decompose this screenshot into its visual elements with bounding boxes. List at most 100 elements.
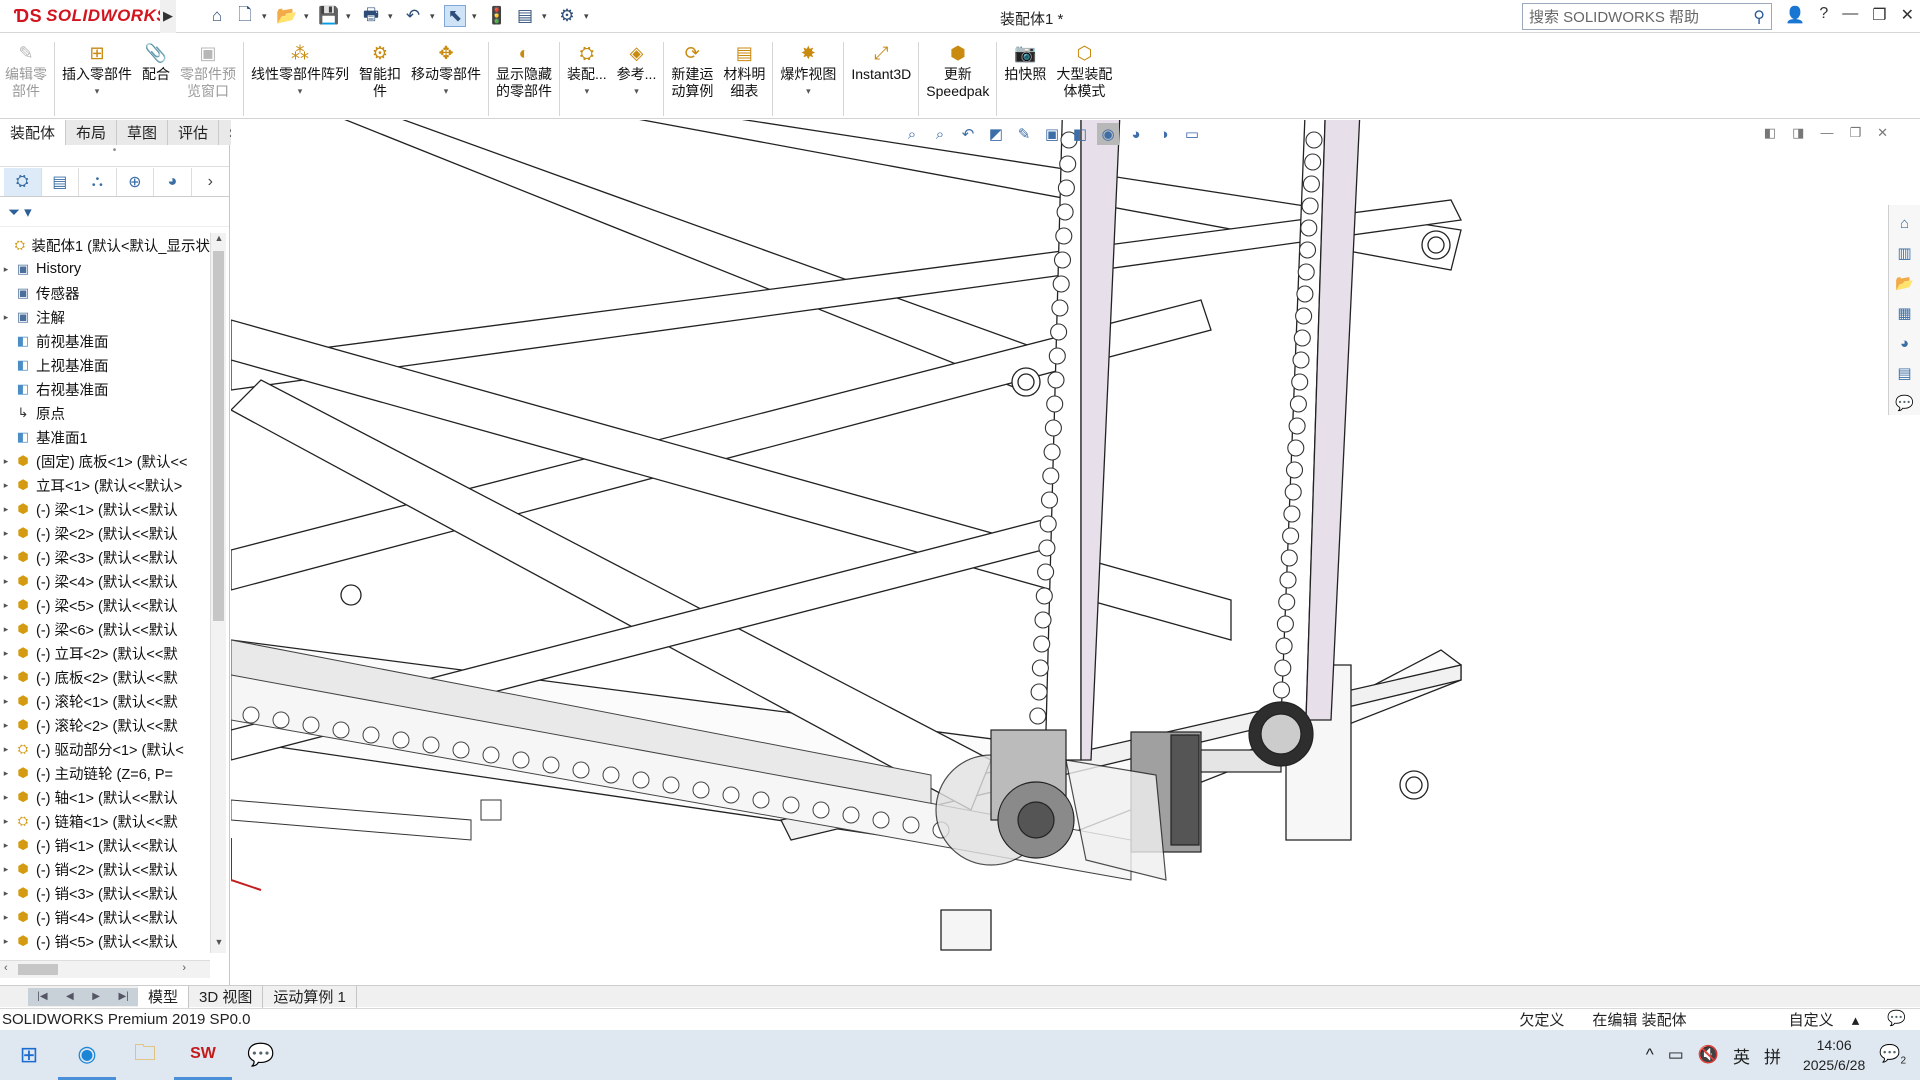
wechat-taskbar-icon[interactable]: 💬: [232, 1030, 290, 1080]
new-dropdown[interactable]: ▾: [262, 11, 270, 22]
expand-arrow-icon[interactable]: ▸: [0, 528, 12, 539]
panel-tabs-next-icon[interactable]: ›: [192, 168, 229, 196]
ime-mode-icon[interactable]: 拼: [1764, 1043, 1781, 1068]
expand-arrow-icon[interactable]: ▸: [0, 696, 12, 707]
tree-node[interactable]: ⛭ 装配体1 (默认<默认_显示状: [0, 233, 210, 257]
tree-node[interactable]: ▣ 传感器: [0, 281, 210, 305]
display-manager-tab-icon[interactable]: ◕: [154, 167, 192, 196]
dropdown-arrow-icon[interactable]: ▾: [585, 83, 590, 100]
unit-system-dropdown[interactable]: 自定义 ▴: [1761, 1009, 1874, 1030]
tab-1[interactable]: 布局: [66, 120, 118, 145]
instant3d-button[interactable]: ⤢ Instant3D: [846, 42, 916, 83]
menu-expand-arrow[interactable]: ▶: [160, 0, 176, 33]
viewport-close-button[interactable]: ✕: [1877, 125, 1888, 141]
smart-fasteners-button[interactable]: ⚙ 智能扣件: [354, 42, 406, 100]
bom-button[interactable]: ▤ 材料明 细表: [718, 42, 770, 100]
expand-arrow-icon[interactable]: ▸: [0, 888, 12, 899]
custom-properties-icon[interactable]: ▤: [1893, 361, 1917, 385]
dropdown-arrow-icon[interactable]: ▾: [634, 83, 639, 100]
dimxpert-tab-icon[interactable]: ⊕: [117, 167, 155, 196]
feature-manager-tab-icon[interactable]: ⛭: [4, 167, 42, 196]
tree-node[interactable]: ▸ ⬢ (-) 滚轮<2> (默认<<默: [0, 713, 210, 737]
solidworks-taskbar-icon[interactable]: SW: [174, 1030, 232, 1080]
bottom-tab-2[interactable]: 运动算例 1: [263, 985, 357, 1008]
tree-node[interactable]: ◧ 上视基准面: [0, 353, 210, 377]
tab-0[interactable]: 装配体: [0, 120, 67, 145]
graphics-area[interactable]: ⌕ ⌕ ↶ ◩ ✎ ▣ ◧ ◉ ◕ ◑ ▭ ◧ ◨ — ❐ ✕: [222, 89, 1888, 985]
dropdown-arrow-icon[interactable]: ▾: [806, 83, 811, 100]
expand-arrow-icon[interactable]: ▸: [0, 720, 12, 731]
undo-icon[interactable]: ↶: [402, 5, 424, 27]
tree-node[interactable]: ▸ ⬢ (-) 销<4> (默认<<默认: [0, 905, 210, 929]
tree-node[interactable]: ▸ ⬢ (-) 销<1> (默认<<默认: [0, 833, 210, 857]
speedpak-button[interactable]: ⬢ 更新 Speedpak: [921, 42, 994, 100]
view-settings-icon[interactable]: ▭: [1181, 123, 1203, 145]
expand-arrow-icon[interactable]: ▸: [0, 312, 12, 323]
tree-node[interactable]: ◧ 前视基准面: [0, 329, 210, 353]
user-icon[interactable]: 👤: [1785, 5, 1805, 25]
tree-node[interactable]: ▸ ⬢ 立耳<1> (默认<<默认>: [0, 473, 210, 497]
design-library-icon[interactable]: ▥: [1893, 241, 1917, 265]
tree-node[interactable]: ▸ ⬢ (-) 梁<6> (默认<<默认: [0, 617, 210, 641]
reference-geometry-button[interactable]: ◈ 参考... ▾: [612, 42, 662, 100]
scroll-down-icon[interactable]: ▼: [211, 937, 227, 953]
properties-dropdown[interactable]: ▾: [542, 11, 550, 22]
forum-icon[interactable]: 💬: [1893, 391, 1917, 415]
exploded-view-button[interactable]: ✸ 爆炸视图 ▾: [775, 42, 841, 100]
minimize-button[interactable]: —: [1842, 5, 1858, 25]
help-search-input[interactable]: 搜索 SOLIDWORKS 帮助 ⚲: [1522, 3, 1772, 30]
view-palette-icon[interactable]: ▦: [1893, 301, 1917, 325]
home-icon[interactable]: ⌂: [206, 5, 228, 27]
motion-study-button[interactable]: ⟳ 新建运 动算例: [666, 42, 718, 100]
scroll-thumb[interactable]: [213, 251, 224, 621]
tree-node[interactable]: ▸ ⬢ (-) 梁<4> (默认<<默认: [0, 569, 210, 593]
tree-node[interactable]: ▸ ▣ History: [0, 257, 210, 281]
volume-muted-icon[interactable]: 🔇: [1698, 1045, 1719, 1065]
print-icon[interactable]: 🖶: [360, 5, 382, 27]
rebuild-icon[interactable]: 🚦: [486, 5, 508, 27]
tree-vertical-scrollbar[interactable]: ▲ ▼: [210, 233, 226, 953]
tree-node[interactable]: ◧ 右视基准面: [0, 377, 210, 401]
zoom-area-icon[interactable]: ⌕: [929, 123, 951, 145]
select-dropdown[interactable]: ▾: [472, 11, 480, 22]
tree-node[interactable]: ▸ ▣ 注解: [0, 305, 210, 329]
expand-arrow-icon[interactable]: ▸: [0, 600, 12, 611]
viewport-restore-button[interactable]: ❐: [1849, 125, 1861, 141]
close-button[interactable]: ✕: [1901, 5, 1914, 25]
expand-arrow-icon[interactable]: ▸: [0, 576, 12, 587]
expand-arrow-icon[interactable]: ▸: [0, 648, 12, 659]
notification-icon[interactable]: 💬2: [1879, 1044, 1906, 1066]
expand-arrow-icon[interactable]: ▸: [0, 792, 12, 803]
move-component-button[interactable]: ✥ 移动零部件 ▾: [406, 42, 486, 100]
expand-arrow-icon[interactable]: ▸: [0, 864, 12, 875]
tree-node[interactable]: ▸ ⬢ (-) 销<5> (默认<<默认: [0, 929, 210, 953]
print-dropdown[interactable]: ▾: [388, 11, 396, 22]
edit-component-button[interactable]: ✎ 编辑零 部件: [0, 42, 52, 100]
snapshot-button[interactable]: 📷 拍快照: [999, 42, 1051, 83]
battery-icon[interactable]: ▭: [1668, 1045, 1684, 1065]
expand-arrow-icon[interactable]: ▸: [0, 672, 12, 683]
show-hidden-button[interactable]: ◐ 显示隐藏 的零部件: [491, 42, 557, 100]
help-icon[interactable]: ?: [1819, 5, 1828, 25]
tree-node[interactable]: ▸ ⬢ (-) 底板<2> (默认<<默: [0, 665, 210, 689]
tab-3[interactable]: 评估: [168, 120, 220, 145]
file-properties-icon[interactable]: ▤: [514, 5, 536, 27]
tree-node[interactable]: ▸ ⬢ (-) 梁<2> (默认<<默认: [0, 521, 210, 545]
undo-dropdown[interactable]: ▾: [430, 11, 438, 22]
file-explorer-taskbar-icon[interactable]: 🗀: [116, 1030, 174, 1080]
tray-overflow-icon[interactable]: ^: [1646, 1045, 1654, 1065]
filter-icon[interactable]: ⏷ ▾: [0, 197, 229, 227]
dropdown-arrow-icon[interactable]: ▾: [444, 83, 449, 100]
options-icon[interactable]: ⚙: [556, 5, 578, 27]
save-icon[interactable]: 💾: [318, 5, 340, 27]
zoom-to-fit-icon[interactable]: ⌕: [901, 123, 923, 145]
tree-horizontal-scrollbar[interactable]: ‹ ›: [0, 960, 210, 978]
scroll-left-icon[interactable]: ‹: [4, 962, 8, 974]
tree-node[interactable]: ▸ ⛭ (-) 链箱<1> (默认<<默: [0, 809, 210, 833]
viewport-tile-icon[interactable]: ◨: [1792, 125, 1804, 141]
file-explorer-icon[interactable]: 📂: [1893, 271, 1917, 295]
expand-arrow-icon[interactable]: ▸: [0, 504, 12, 515]
panel-grip[interactable]: •: [0, 145, 229, 167]
tree-node[interactable]: ▸ ⬢ (-) 立耳<2> (默认<<默: [0, 641, 210, 665]
dropdown-arrow-icon[interactable]: ▾: [298, 83, 303, 100]
